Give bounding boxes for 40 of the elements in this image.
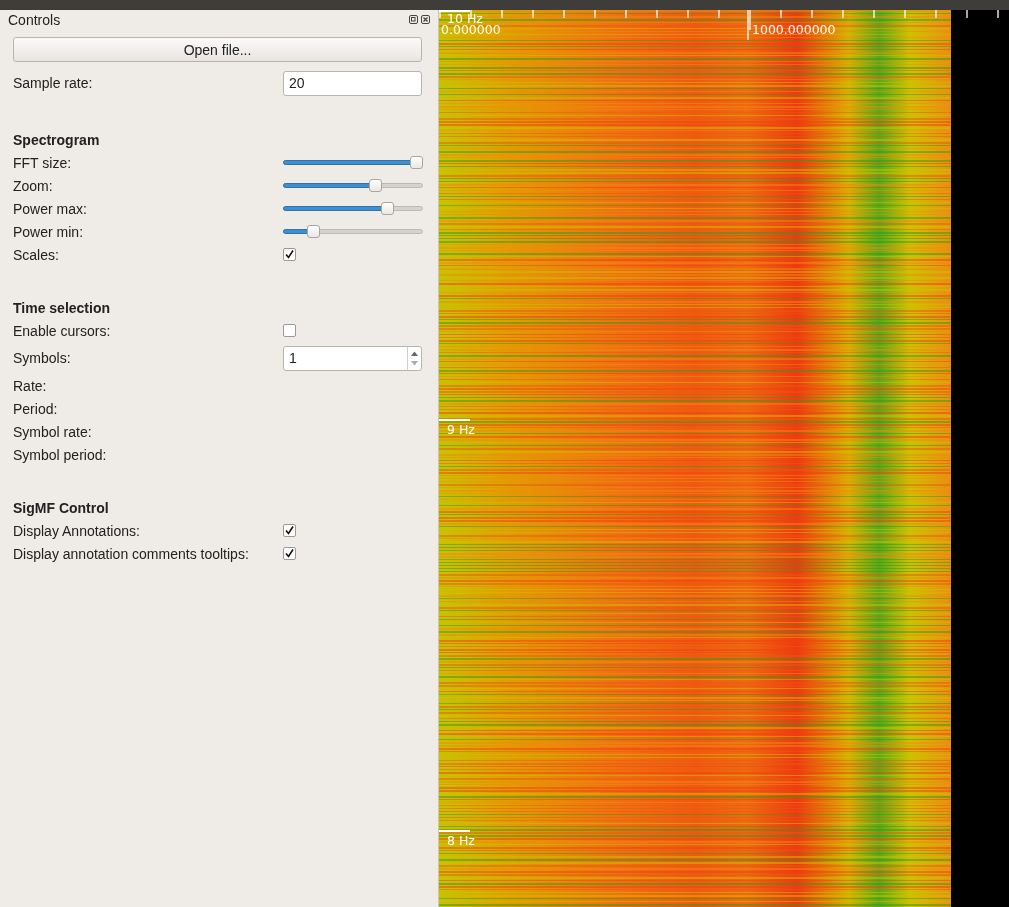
frequency-label: 9 Hz xyxy=(447,423,475,437)
checkbox[interactable] xyxy=(283,547,296,560)
sample-rate-field[interactable]: 20 xyxy=(283,70,422,96)
slider[interactable] xyxy=(283,156,423,169)
frequency-label: 10 Hz xyxy=(447,12,483,26)
field-label: Rate: xyxy=(13,377,48,394)
field-label: Display annotation comments tooltips: xyxy=(13,545,250,562)
checkbox[interactable] xyxy=(283,324,296,337)
close-icon[interactable] xyxy=(421,15,430,24)
section-heading: Time selection xyxy=(13,298,111,318)
dock-title: Controls xyxy=(8,11,62,28)
time-label: 1000.000000 xyxy=(752,23,836,37)
slider[interactable] xyxy=(283,202,423,215)
field-label: Power max: xyxy=(13,200,88,217)
field-label: Enable cursors: xyxy=(13,322,112,339)
field-label: Symbol period: xyxy=(13,446,108,463)
frequency-label: 8 Hz xyxy=(447,834,475,848)
section-heading: SigMF Control xyxy=(13,498,110,518)
field-label: Zoom: xyxy=(13,177,54,194)
slider-handle[interactable] xyxy=(369,179,383,192)
symbols-spinbox[interactable]: 1 xyxy=(283,345,422,371)
field-label: Power min: xyxy=(13,223,85,240)
slider[interactable] xyxy=(283,179,423,192)
float-icon[interactable] xyxy=(409,15,418,24)
slider[interactable] xyxy=(283,225,423,238)
slider-handle[interactable] xyxy=(307,225,321,238)
field-label: Display Annotations: xyxy=(13,522,141,539)
field-label: FFT size: xyxy=(13,154,73,171)
field-label: Symbol rate: xyxy=(13,423,93,440)
open-file-button[interactable]: Open file... xyxy=(13,37,422,62)
section-heading: Spectrogram xyxy=(13,130,101,150)
checkbox[interactable] xyxy=(283,524,296,537)
field-label: Symbols: xyxy=(13,350,72,366)
time-label: 0.000000 xyxy=(441,23,501,37)
checkbox[interactable] xyxy=(283,248,296,261)
slider-handle[interactable] xyxy=(380,202,394,215)
field-label: Scales: xyxy=(13,246,60,263)
field-label: Sample rate: xyxy=(13,75,94,91)
slider-handle[interactable] xyxy=(410,156,423,169)
field-label: Period: xyxy=(13,400,59,417)
